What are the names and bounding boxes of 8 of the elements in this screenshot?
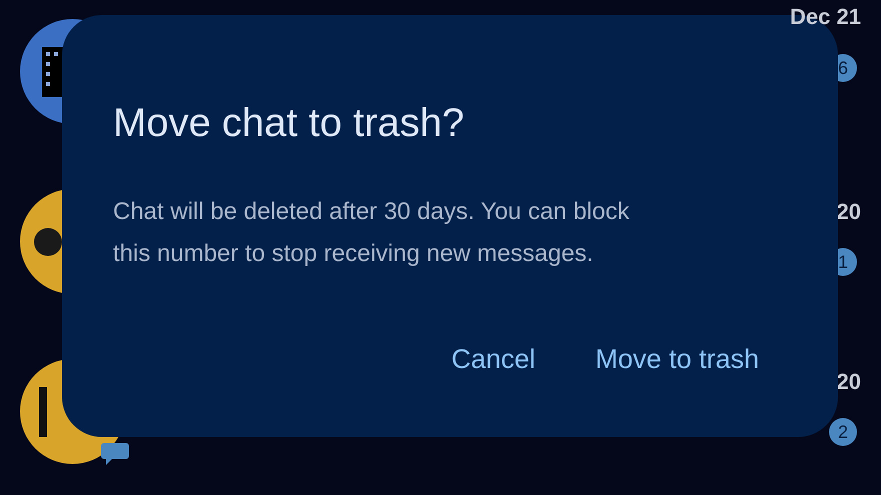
confirm-button[interactable]: Move to trash	[595, 339, 759, 380]
timestamp: 20	[836, 368, 861, 396]
building-icon	[42, 46, 64, 96]
timestamp: 20	[836, 198, 861, 226]
dialog-title: Move chat to trash?	[113, 103, 466, 143]
dialog-message: Chat will be deleted after 30 days. You can block this number to stop receiving new messages.	[113, 197, 630, 269]
cancel-button[interactable]: Cancel	[451, 339, 536, 380]
timestamp: Dec 21	[790, 6, 861, 28]
